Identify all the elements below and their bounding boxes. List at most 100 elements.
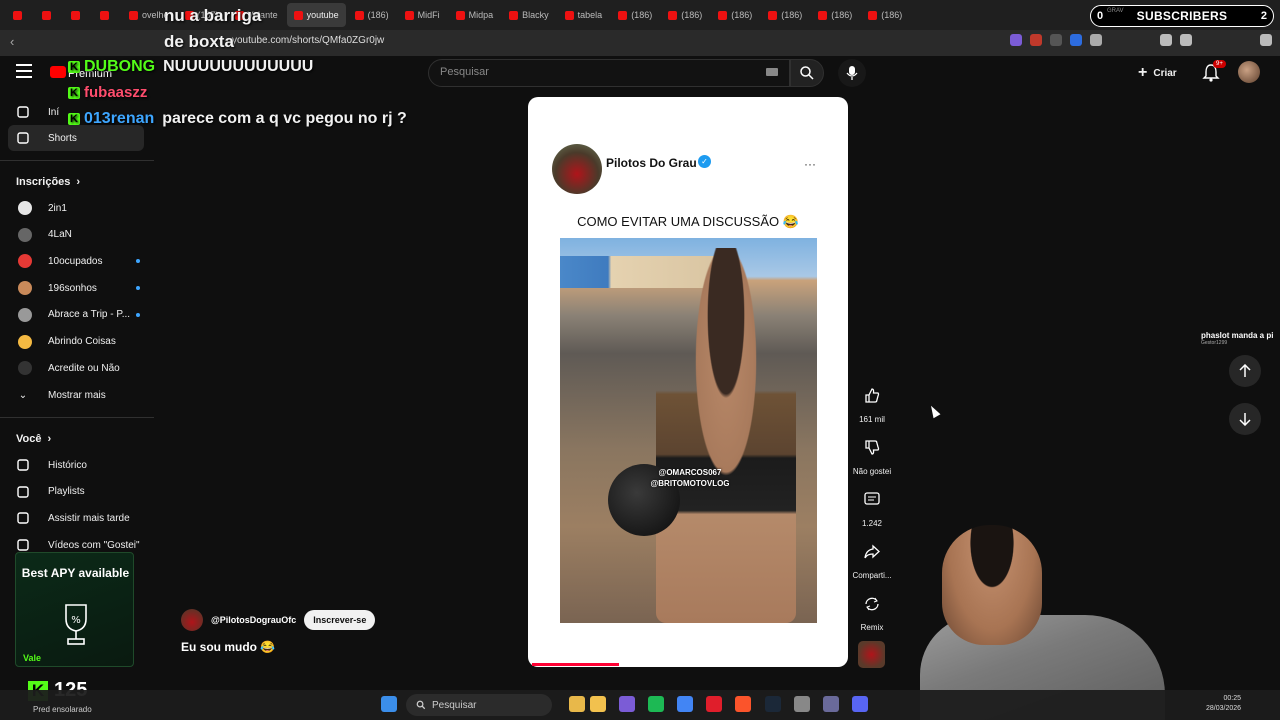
sidebar-channel-item[interactable]: Acredite ou Não (8, 355, 144, 381)
you-heading[interactable]: Você › (16, 433, 51, 445)
tab-favicon-icon (564, 10, 574, 20)
clock-icon (16, 511, 30, 525)
sidebar-item-history[interactable]: Histórico (8, 452, 144, 478)
browser-tab[interactable] (93, 3, 120, 27)
extension-icon[interactable] (1050, 34, 1062, 46)
chat-message: de boxta (164, 32, 234, 52)
sidebar-channel-item[interactable]: 196sonhos (8, 275, 144, 301)
browser-tab[interactable]: MidFi (398, 3, 447, 27)
taskbar-search[interactable]: Pesquisar (406, 694, 552, 716)
address-bar-url[interactable]: youtube.com/shorts/QMfa0ZGr0jw (232, 35, 384, 46)
system-clock[interactable]: 00:25 28/03/2026 (1206, 694, 1241, 714)
share-action[interactable]: Comparti... (852, 537, 892, 580)
opera-icon[interactable] (706, 696, 722, 712)
browser-tab[interactable] (35, 3, 62, 27)
extension-icon[interactable] (1030, 34, 1042, 46)
browser-tab[interactable]: youtube (286, 3, 346, 27)
sidebar-channel-item[interactable]: 4LaN (8, 222, 144, 248)
browser-tab[interactable]: (186) (811, 3, 859, 27)
subscriptions-heading-label: Inscrições (16, 176, 71, 188)
discord-icon[interactable] (852, 696, 868, 712)
next-short-button[interactable] (1229, 403, 1261, 435)
channel-avatar (18, 334, 32, 349)
audio-thumbnail[interactable] (858, 641, 885, 668)
media-icon[interactable] (823, 696, 839, 712)
voice-search-button[interactable] (838, 59, 866, 87)
tab-label: (186) (367, 10, 389, 20)
new-content-dot (136, 312, 140, 317)
extension-icon[interactable] (1070, 34, 1082, 46)
subscriptions-heading[interactable]: Inscrições › (16, 176, 80, 188)
steam-icon[interactable] (765, 696, 781, 712)
keyboard-icon[interactable] (766, 68, 778, 76)
create-button[interactable]: + Criar (1138, 62, 1177, 84)
short-video-player[interactable]: Pilotos Do Grau ✓ ··· COMO EVITAR UMA DI… (528, 97, 848, 667)
channel-avatar[interactable] (181, 609, 203, 631)
taskbar-search-placeholder: Pesquisar (432, 699, 477, 711)
sidebar-channel-item[interactable]: 10ocupados (8, 248, 144, 274)
remix-action[interactable]: Remix (852, 589, 892, 632)
sidebar-item-playlist[interactable]: Playlists (8, 479, 144, 505)
thumbs-down-action[interactable]: Não gostei (852, 433, 892, 476)
sidebar-item-clock[interactable]: Assistir mais tarde (8, 505, 144, 531)
previous-short-button[interactable] (1229, 355, 1261, 387)
music-icon[interactable] (1160, 34, 1172, 46)
browser-tab[interactable]: (186) (761, 3, 809, 27)
thumbs-up-action[interactable]: 161 mil (852, 381, 892, 424)
brave-icon[interactable] (735, 696, 751, 712)
extension-icon[interactable] (1010, 34, 1022, 46)
tab-label: (186) (831, 10, 853, 20)
remix-button[interactable] (857, 589, 887, 619)
subscribe-button[interactable]: Inscrever-se (304, 610, 376, 630)
apps-icon[interactable] (619, 696, 635, 712)
settings-icon[interactable] (794, 696, 810, 712)
account-avatar[interactable] (1238, 61, 1260, 83)
thumbs-down-icon (865, 440, 880, 455)
browser-tab[interactable]: (186) (861, 3, 909, 27)
browser-tab[interactable]: Midpa (449, 3, 501, 27)
chevron-right-icon: › (76, 176, 81, 188)
comment-button[interactable] (857, 485, 887, 515)
sidebar-icon[interactable] (1180, 34, 1192, 46)
browser-tab[interactable] (6, 3, 33, 27)
file-explorer-icon[interactable] (569, 696, 585, 712)
clock-time: 00:25 (1223, 695, 1242, 702)
channel-handle[interactable]: @PilotosDograuOfc (211, 615, 296, 625)
thumbs-up-button[interactable] (857, 381, 887, 411)
share-button[interactable] (857, 537, 887, 567)
folder-icon[interactable] (590, 696, 606, 712)
search-button[interactable] (790, 59, 824, 87)
sidebar-item-label: Acredite ou Não (48, 362, 120, 374)
youtube-logo-icon[interactable] (50, 66, 66, 78)
search-icon (416, 700, 426, 710)
browser-tab[interactable]: (186) (661, 3, 709, 27)
spotify-icon[interactable] (648, 696, 664, 712)
browser-tab[interactable]: (186) (348, 3, 396, 27)
extension-icon[interactable] (1090, 34, 1102, 46)
browser-tab[interactable]: Blacky (502, 3, 556, 27)
chrome-icon[interactable] (677, 696, 693, 712)
hamburger-menu-icon[interactable] (16, 64, 32, 78)
ad-overlay[interactable]: Best APY available % Vale (15, 552, 134, 667)
browser-tab[interactable]: tabela (558, 3, 610, 27)
browser-tab[interactable]: (186) (611, 3, 659, 27)
sidebar-channel-item[interactable]: Abrindo Coisas (8, 329, 144, 355)
tab-favicon-icon (13, 10, 22, 20)
sidebar-item-shorts[interactable]: Shorts (8, 125, 144, 151)
windows-start-icon[interactable] (381, 696, 397, 712)
tab-label: MidFi (417, 10, 440, 20)
sidebar-channel-item[interactable]: 2in1 (8, 195, 144, 221)
browser-tab[interactable]: (186) (711, 3, 759, 27)
sidebar-channel-item[interactable]: Abrace a Trip - P... (8, 302, 144, 328)
show-more-button[interactable]: ⌄ Mostrar mais (8, 382, 144, 408)
video-progress-bar[interactable] (532, 663, 619, 666)
browser-tab[interactable] (64, 3, 91, 27)
menu-icon[interactable] (1260, 34, 1272, 46)
chat-text: nu a barriga (164, 6, 262, 25)
back-icon[interactable]: ‹ (10, 34, 14, 49)
thumbs-down-button[interactable] (857, 433, 887, 463)
comment-action[interactable]: 1.242 (852, 485, 892, 528)
tab-label: tabela (577, 10, 603, 20)
video-frame: @OMARCOS067 @BRITOMOTOVLOG (560, 238, 817, 623)
chat-text: NUUUUUUUUUUUU (163, 58, 314, 75)
